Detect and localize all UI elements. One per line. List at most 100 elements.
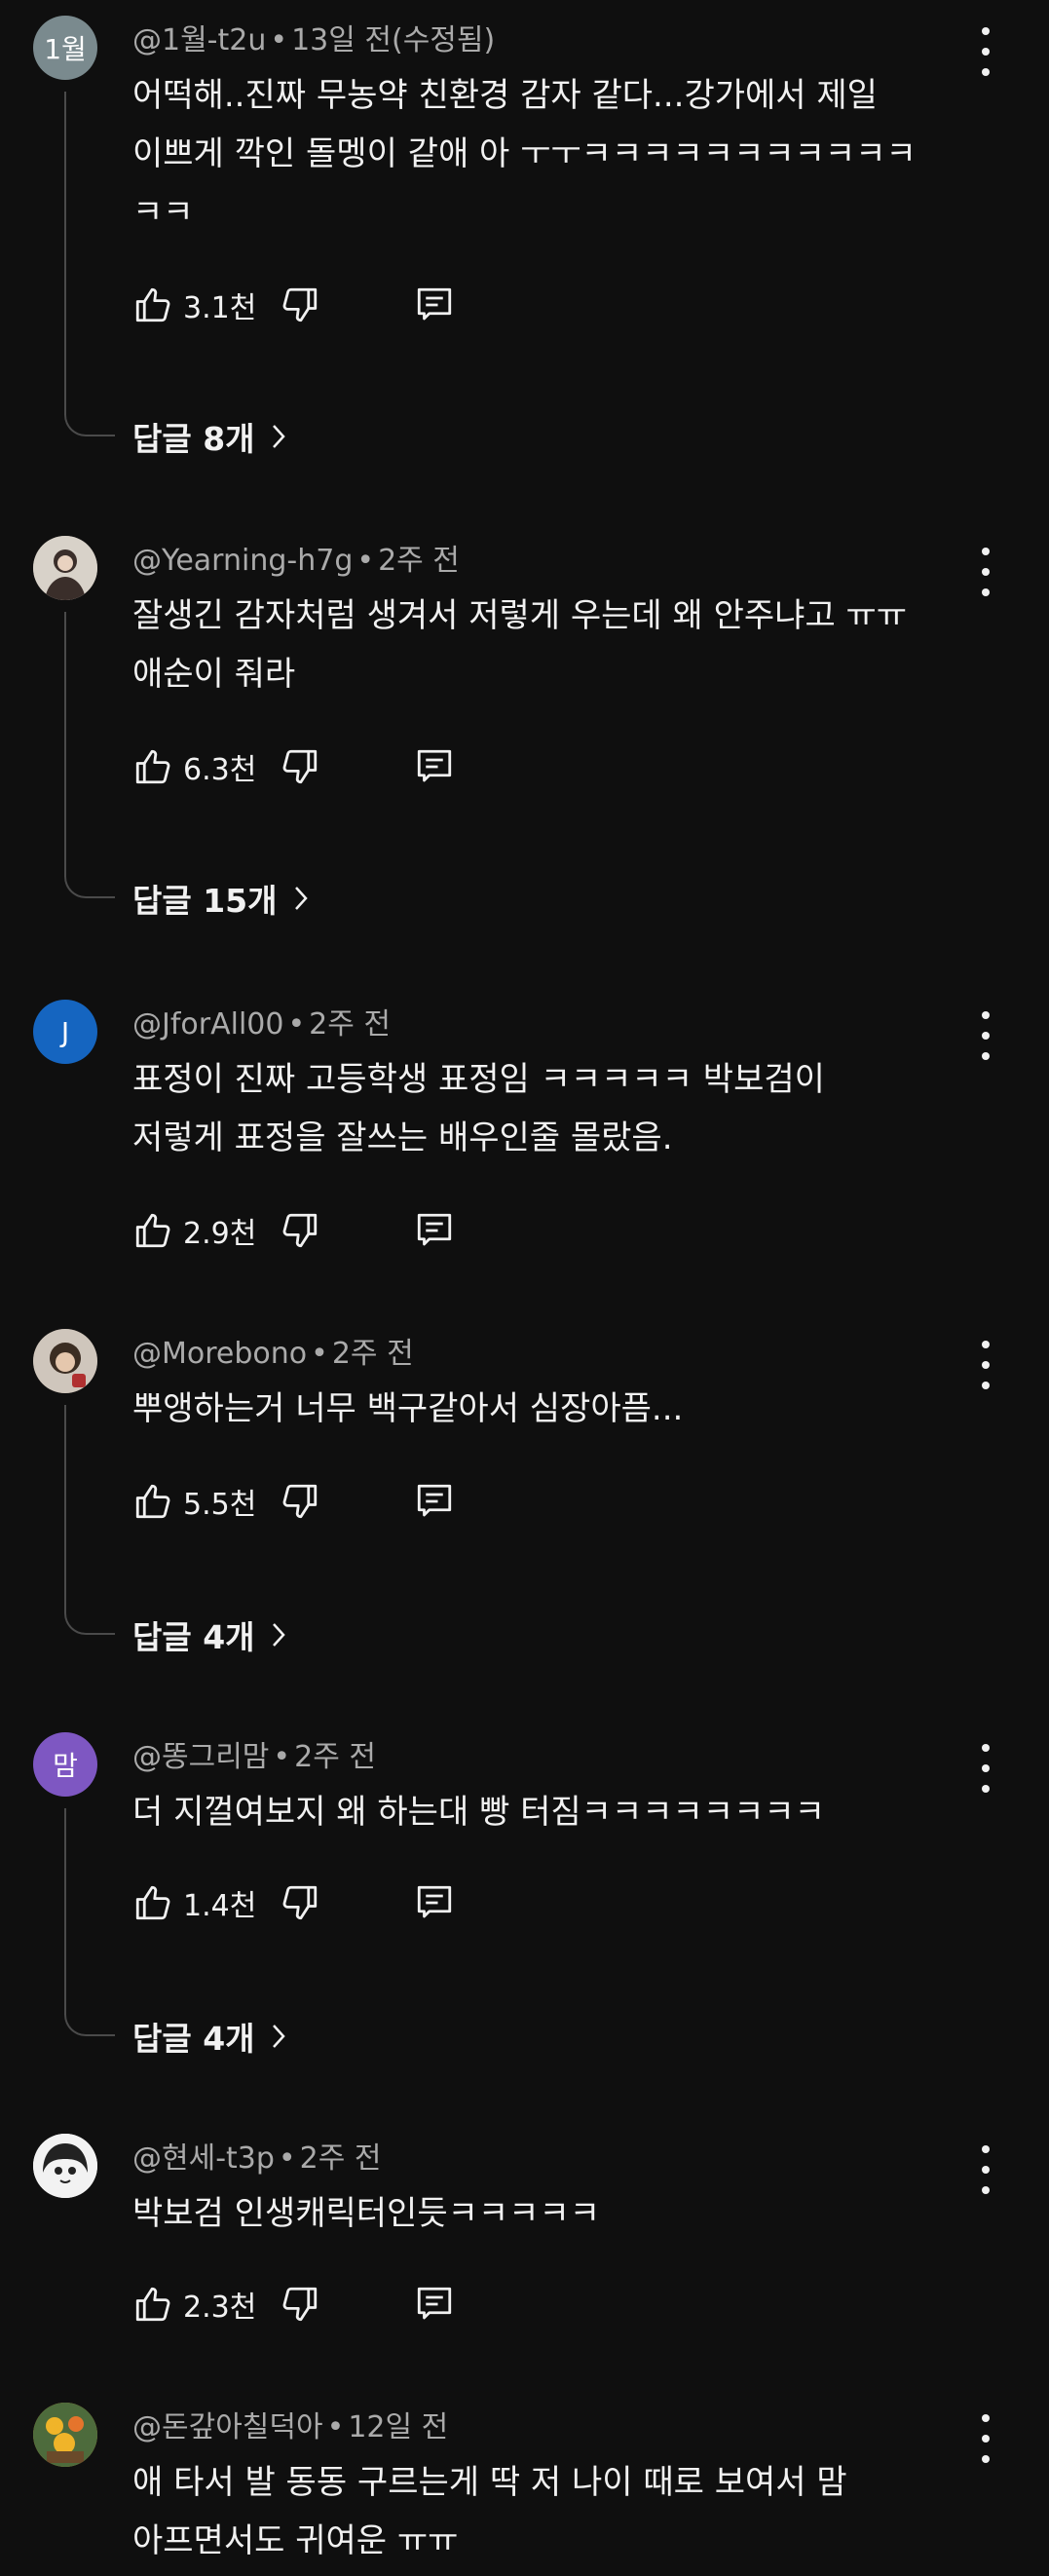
chevron-right-icon <box>272 1623 285 1647</box>
dislike-icon[interactable] <box>280 1882 320 1923</box>
dislike-icon[interactable] <box>280 2284 320 2325</box>
avatar[interactable] <box>33 1329 97 1393</box>
more-options-icon[interactable] <box>969 2145 1002 2194</box>
chevron-right-icon <box>272 2025 285 2048</box>
replies-button[interactable]: 답글 4개 <box>132 2013 286 2060</box>
comment-text: 표정이 진짜 고등학생 표정임 ㅋㅋㅋㅋㅋ 박보검이 저렇게 표정을 잘쓰는 배… <box>132 1050 980 1167</box>
comment-time: 2주 전 <box>299 2141 382 2176</box>
reply-icon[interactable] <box>414 2284 455 2325</box>
comment-text: 더 지껄여보지 왜 하는대 빵 터짐ㅋㅋㅋㅋㅋㅋㅋㅋ <box>132 1783 980 1841</box>
comment-text-line: 애 타서 발 동동 구르는게 딱 저 나이 때로 보여서 맘 <box>132 2463 847 2502</box>
more-options-icon[interactable] <box>969 1011 1002 1060</box>
separator-dot: • <box>326 2410 345 2444</box>
like-icon[interactable] <box>132 1882 173 1923</box>
author-name[interactable]: @1월-t2u <box>132 23 266 57</box>
comment-text-line: 더 지껄여보지 왜 하는대 빵 터짐ㅋㅋㅋㅋㅋㅋㅋㅋ <box>132 1793 825 1832</box>
comment-text: 박보검 인생캐릭터인듯ㅋㅋㅋㅋㅋ <box>132 2184 980 2243</box>
chevron-right-icon <box>272 425 285 448</box>
like-count: 6.3천 <box>183 753 257 787</box>
avatar[interactable]: 1월 <box>33 16 97 80</box>
dislike-icon[interactable] <box>280 1481 320 1522</box>
like-icon[interactable] <box>132 1210 173 1251</box>
comment-text: 잘생긴 감자처럼 생겨서 저렇게 우는데 왜 안주냐고 ㅠㅠ 애순이 줘라 <box>132 587 980 703</box>
comment-text: 애 타서 발 동동 구르는게 딱 저 나이 때로 보여서 맘 아프면서도 귀여운… <box>132 2453 980 2570</box>
comment-actions: 1.4천 <box>132 1878 455 1927</box>
comment-text: 어떡해..진짜 무농약 친환경 감자 같다...강가에서 제일 이쁘게 깍인 돌… <box>132 66 980 242</box>
replies-label: 답글 8개 <box>132 420 255 458</box>
comment-time: 13일 전(수정됨) <box>291 23 496 57</box>
replies-button[interactable]: 답글 8개 <box>132 413 286 460</box>
more-options-icon[interactable] <box>969 2414 1002 2463</box>
comment-meta: @현세-t3p • 2주 전 <box>132 2134 381 2177</box>
dislike-icon[interactable] <box>280 746 320 787</box>
replies-label: 답글 4개 <box>132 1618 255 1656</box>
like-icon[interactable] <box>132 284 173 325</box>
like-icon[interactable] <box>132 1481 173 1522</box>
replies-label: 답글 15개 <box>132 882 278 920</box>
comment-text-line: 박보검 인생캐릭터인듯ㅋㅋㅋㅋㅋ <box>132 2194 601 2233</box>
reply-icon[interactable] <box>414 746 455 787</box>
avatar[interactable]: J <box>33 1000 97 1064</box>
avatar[interactable] <box>33 2134 97 2198</box>
reply-icon[interactable] <box>414 284 455 325</box>
comment-actions: 6.3천 <box>132 742 455 791</box>
like-icon[interactable] <box>132 746 173 787</box>
comment-actions: 2.3천 <box>132 2280 455 2329</box>
profile-photo-icon <box>33 2403 97 2467</box>
comment-text: 뿌앵하는거 너무 백구같아서 심장아픔... <box>132 1380 980 1438</box>
author-name[interactable]: @Morebono <box>132 1337 307 1371</box>
comment-meta: @1월-t2u • 13일 전(수정됨) <box>132 16 495 58</box>
separator-dot: • <box>356 544 375 578</box>
comment-time: 2주 전 <box>309 1007 391 1042</box>
comment-text-line: 이쁘게 깍인 돌멩이 같애 아 ㅜㅜㅋㅋㅋㅋㅋㅋㅋㅋㅋㅋㅋ <box>132 134 917 173</box>
separator-dot: • <box>287 1007 306 1042</box>
reply-icon[interactable] <box>414 1481 455 1522</box>
comment-text-line: 애순이 줘라 <box>132 655 296 694</box>
chevron-right-icon <box>294 887 308 910</box>
author-name[interactable]: @돈갚아칠덕아 <box>132 2410 323 2444</box>
author-name[interactable]: @Yearning-h7g <box>132 544 353 578</box>
more-options-icon[interactable] <box>969 1341 1002 1389</box>
reply-icon[interactable] <box>414 1882 455 1923</box>
comment-time: 2주 전 <box>378 544 460 578</box>
comment-meta: @Morebono • 2주 전 <box>132 1329 414 1372</box>
like-icon[interactable] <box>132 2284 173 2325</box>
like-count: 3.1천 <box>183 291 257 325</box>
comment-text-line: 잘생긴 감자처럼 생겨서 저렇게 우는데 왜 안주냐고 ㅠㅠ <box>132 596 908 635</box>
dislike-icon[interactable] <box>280 1210 320 1251</box>
dislike-icon[interactable] <box>280 284 320 325</box>
reply-icon[interactable] <box>414 1210 455 1251</box>
more-options-icon[interactable] <box>969 27 1002 76</box>
comment-text-line: ㅋㅋ <box>132 193 194 232</box>
more-options-icon[interactable] <box>969 548 1002 596</box>
author-name[interactable]: @똥그리맘 <box>132 1740 269 1774</box>
avatar[interactable] <box>33 2403 97 2467</box>
separator-dot: • <box>270 23 288 57</box>
avatar[interactable]: 맘 <box>33 1732 97 1797</box>
avatar[interactable] <box>33 536 97 600</box>
replies-button[interactable]: 답글 4개 <box>132 1611 286 1658</box>
like-count: 2.9천 <box>183 1217 257 1251</box>
like-count: 5.5천 <box>183 1488 257 1522</box>
thread-line <box>64 1405 115 1635</box>
author-name[interactable]: @JforAll00 <box>132 1007 283 1042</box>
comment-time: 2주 전 <box>294 1740 376 1774</box>
like-count: 1.4천 <box>183 1889 257 1923</box>
replies-label: 답글 4개 <box>132 2020 255 2058</box>
thread-line <box>64 1808 115 2036</box>
separator-dot: • <box>311 1337 328 1371</box>
like-count: 2.3천 <box>183 2291 257 2325</box>
profile-photo-icon <box>33 536 97 600</box>
thread-line <box>64 612 115 898</box>
more-options-icon[interactable] <box>969 1744 1002 1793</box>
author-name[interactable]: @현세-t3p <box>132 2141 275 2176</box>
separator-dot: • <box>278 2141 296 2176</box>
replies-button[interactable]: 답글 15개 <box>132 875 309 922</box>
comment-text-line: 아프면서도 귀여운 ㅠㅠ <box>132 2521 459 2560</box>
profile-photo-icon <box>33 2134 97 2198</box>
comment-text-line: 뿌앵하는거 너무 백구같아서 심장아픔... <box>132 1389 684 1428</box>
comment-time: 2주 전 <box>331 1337 414 1371</box>
comment-meta: @똥그리맘 • 2주 전 <box>132 1732 376 1775</box>
thread-line <box>64 92 115 436</box>
comment-actions: 3.1천 <box>132 281 455 329</box>
